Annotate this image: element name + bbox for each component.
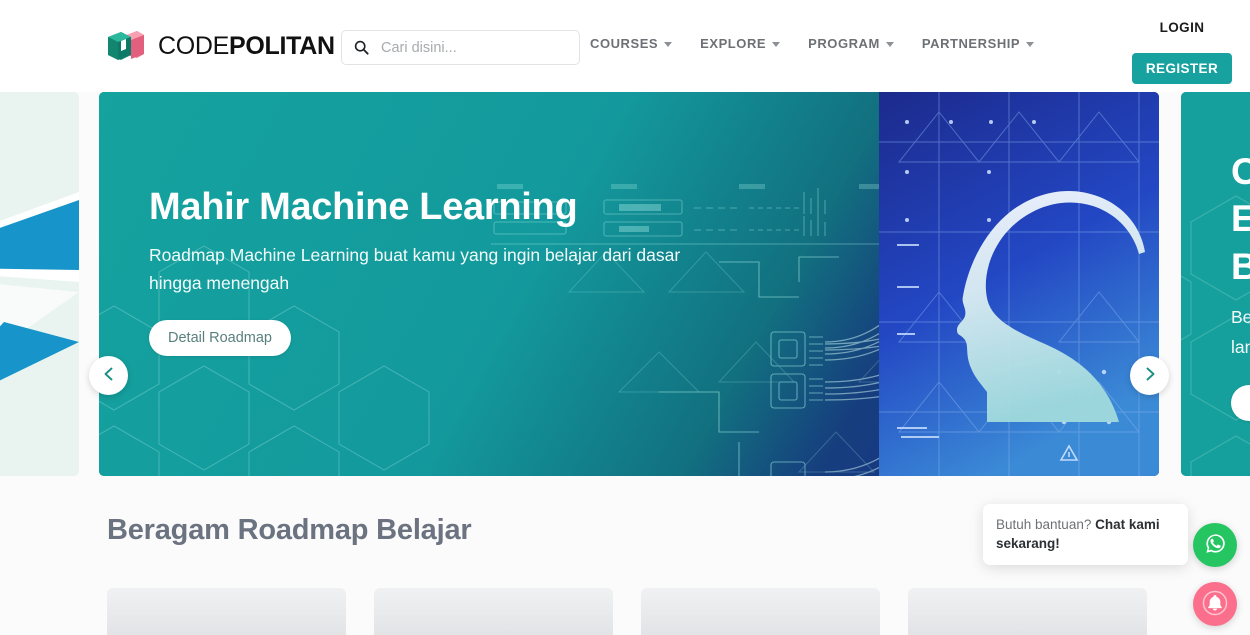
chevron-down-icon	[772, 42, 781, 47]
search-icon	[342, 40, 369, 55]
active-slide-caption: Mahir Machine Learning Roadmap Machine L…	[149, 186, 709, 357]
chevron-down-icon	[664, 42, 673, 47]
nav-item-partnership[interactable]: PARTNERSHIP	[921, 36, 1035, 51]
carousel-slide-next[interactable]: O E B Be lan D	[1181, 92, 1250, 476]
roadmap-card-row	[107, 588, 1147, 635]
chevron-right-icon	[1142, 366, 1158, 385]
search-box[interactable]	[341, 30, 580, 65]
section-title: Beragam Roadmap Belajar	[107, 514, 472, 546]
nav-label-program: PROGRAM	[808, 36, 880, 51]
logo-text-politan: POLITAN	[229, 32, 335, 60]
carousel-prev-button[interactable]	[89, 356, 128, 395]
search-input[interactable]	[381, 32, 561, 63]
page-root: CODEPOLITAN COURSES EXPLORE	[0, 0, 1250, 635]
register-button[interactable]: REGISTER	[1132, 53, 1232, 84]
auth-buttons: LOGIN REGISTER	[1132, 11, 1232, 84]
roadmap-card-placeholder[interactable]	[641, 588, 880, 635]
header-inner: CODEPOLITAN COURSES EXPLORE	[0, 0, 1250, 92]
logo-text-code: CODE	[158, 32, 230, 60]
slide-title: Mahir Machine Learning	[149, 186, 578, 228]
nav-item-courses[interactable]: COURSES	[590, 36, 673, 51]
chat-bubble-prefix: Butuh bantuan?	[996, 516, 1096, 532]
next-slide-caption: O E B Be lan D	[1231, 148, 1250, 422]
chat-bubble[interactable]: Butuh bantuan? Chat kami sekarang!	[983, 503, 1188, 565]
carousel-slide-previous[interactable]	[0, 92, 79, 476]
roadmap-card-placeholder[interactable]	[107, 588, 346, 635]
codepolitan-blocks-logo	[104, 24, 148, 68]
login-button[interactable]: LOGIN	[1132, 11, 1232, 44]
roadmap-card-placeholder[interactable]	[374, 588, 613, 635]
site-header: CODEPOLITAN COURSES EXPLORE	[0, 0, 1250, 92]
previous-slide-artwork	[0, 92, 79, 476]
chevron-down-icon	[1026, 42, 1035, 47]
carousel-slide-active[interactable]: Mahir Machine Learning Roadmap Machine L…	[99, 92, 1159, 476]
logo-wordmark: CODEPOLITAN	[158, 24, 335, 68]
notification-bell-icon	[1200, 588, 1230, 621]
site-logo[interactable]: CODEPOLITAN	[104, 24, 335, 68]
whatsapp-icon	[1202, 530, 1229, 560]
notification-button[interactable]	[1193, 582, 1237, 626]
chevron-left-icon	[101, 366, 117, 385]
next-slide-description: Be lan	[1231, 307, 1250, 358]
hero-carousel: Mahir Machine Learning Roadmap Machine L…	[0, 92, 1250, 476]
detail-roadmap-button[interactable]: Detail Roadmap	[149, 320, 291, 357]
chevron-down-icon	[885, 42, 894, 47]
next-slide-title: O E B	[1231, 151, 1250, 287]
nav-label-partnership: PARTNERSHIP	[921, 36, 1021, 51]
slide-description: Roadmap Machine Learning buat kamu yang …	[149, 244, 681, 293]
nav-label-courses: COURSES	[590, 36, 659, 51]
nav-item-explore[interactable]: EXPLORE	[700, 36, 781, 51]
main-nav: COURSES EXPLORE PROGRAM PARTNERSHIP	[590, 36, 1035, 51]
carousel-next-button[interactable]	[1130, 356, 1169, 395]
whatsapp-chat-button[interactable]	[1193, 523, 1237, 567]
next-slide-cta-button[interactable]: D	[1231, 385, 1250, 422]
nav-label-explore: EXPLORE	[700, 36, 767, 51]
roadmap-card-placeholder[interactable]	[908, 588, 1147, 635]
nav-item-program[interactable]: PROGRAM	[808, 36, 894, 51]
